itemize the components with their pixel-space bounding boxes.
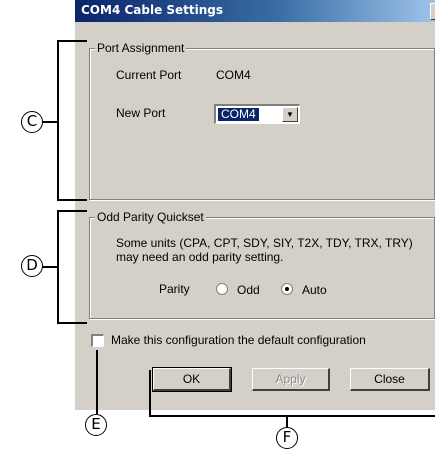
apply-button[interactable]: Apply: [252, 368, 330, 391]
callout-e-connector: [96, 350, 98, 414]
callout-c-icon: C: [21, 111, 43, 133]
callout-d-bracket-bottom: [57, 322, 87, 324]
callout-d-bracket-top: [57, 210, 87, 212]
odd-parity-group: [89, 217, 435, 319]
close-icon[interactable]: x: [430, 3, 435, 20]
new-port-select[interactable]: COM4 ▼: [214, 104, 300, 124]
current-port-value: COM4: [216, 68, 251, 82]
default-config-checkbox[interactable]: [91, 334, 104, 347]
callout-c-bracket-bottom: [57, 199, 87, 201]
ok-button[interactable]: OK: [152, 367, 232, 392]
window-title: COM4 Cable Settings: [81, 3, 224, 17]
callout-c-connector: [42, 121, 58, 123]
callout-d-connector: [42, 266, 58, 268]
callout-f-icon: F: [276, 427, 298, 449]
callout-c-bracket-top: [57, 40, 87, 42]
parity-label: Parity: [159, 282, 190, 296]
port-assignment-legend: Port Assignment: [95, 41, 187, 55]
new-port-label: New Port: [116, 106, 166, 120]
radio-selected-dot: [285, 287, 289, 291]
parity-auto-label[interactable]: Auto: [302, 283, 327, 297]
odd-parity-description: Some units (CPA, CPT, SDY, SIY, T2X, TDY…: [116, 236, 413, 264]
parity-odd-radio[interactable]: [216, 283, 228, 295]
callout-f-bracket-vertical: [149, 370, 151, 416]
close-button[interactable]: Close: [350, 368, 430, 391]
callout-c-bracket-vertical: [57, 40, 59, 200]
default-config-label[interactable]: Make this configuration the default conf…: [111, 333, 366, 347]
parity-odd-label[interactable]: Odd: [237, 283, 260, 297]
chevron-down-icon[interactable]: ▼: [282, 107, 298, 122]
callout-f-bracket-bottom: [149, 415, 435, 417]
title-bar[interactable]: COM4 Cable Settings x: [75, 0, 435, 22]
current-port-label: Current Port: [116, 68, 182, 82]
callout-e-icon: E: [85, 414, 107, 436]
callout-d-icon: D: [21, 255, 43, 277]
new-port-selected-value: COM4: [218, 108, 259, 121]
parity-auto-radio[interactable]: [281, 283, 293, 295]
odd-parity-legend: Odd Parity Quickset: [95, 210, 206, 224]
